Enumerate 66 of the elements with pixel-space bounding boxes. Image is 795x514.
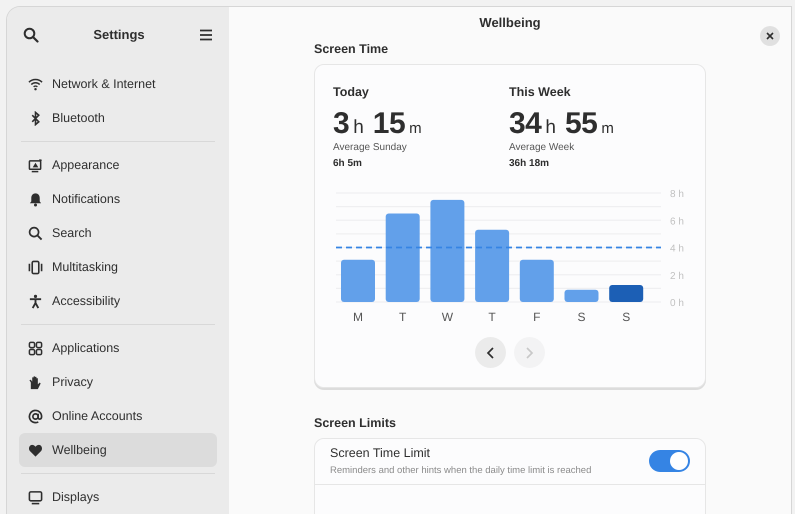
- row-title: Screen Time Limit: [330, 444, 432, 462]
- stat-value: 3: [333, 106, 350, 142]
- section-heading: Screen Limits: [314, 414, 397, 432]
- day-label: W: [442, 310, 454, 324]
- unit-label: h: [545, 116, 556, 140]
- axis-label: 4 h: [670, 244, 684, 255]
- day-label: M: [353, 310, 363, 324]
- display-icon: [28, 158, 43, 172]
- menu-icon[interactable]: [198, 29, 213, 41]
- page-title: Wellbeing: [479, 14, 541, 32]
- axis-label: 8 h: [670, 189, 684, 200]
- heart-icon: [28, 442, 43, 458]
- close-icon: [766, 32, 774, 40]
- bar: [341, 260, 375, 302]
- close-button[interactable]: [760, 26, 780, 46]
- toggle-switch[interactable]: [649, 450, 690, 472]
- bar: [520, 260, 554, 302]
- stat-value: 15: [372, 106, 406, 142]
- sidebar-item[interactable]: Displays: [19, 480, 217, 514]
- day-label: S: [622, 310, 630, 324]
- chevron-right-icon: [525, 346, 534, 359]
- sidebar-item[interactable]: Notifications: [19, 182, 217, 216]
- at-sign-icon: [28, 408, 43, 424]
- day-label: S: [578, 310, 586, 324]
- stat-label: This Week: [509, 84, 572, 100]
- average-label: Average Week: [509, 141, 576, 156]
- row-subtitle: Reminders and other hints when the daily time limit is reached: [330, 464, 592, 478]
- average-label: Average Sunday: [333, 141, 408, 156]
- chevron-left-icon: [486, 346, 495, 359]
- section-heading: Screen Time: [314, 40, 390, 58]
- average-value: 6h 5m: [333, 157, 363, 172]
- search-icon: [28, 226, 43, 240]
- phone-icon: [28, 260, 43, 274]
- sidebar-item[interactable]: Multitasking: [19, 250, 217, 284]
- grid-icon: [28, 340, 43, 356]
- person-icon: [28, 294, 43, 308]
- monitor-icon: [28, 490, 43, 504]
- bar: [564, 290, 598, 302]
- hand-icon: [28, 374, 43, 390]
- sidebar-item[interactable]: Accessibility: [19, 284, 217, 318]
- day-label: F: [533, 310, 540, 324]
- average-value: 36h 18m: [509, 157, 550, 172]
- day-label: T: [399, 310, 406, 324]
- axis-label: 2 h: [670, 271, 684, 282]
- search-icon[interactable]: [23, 27, 39, 43]
- sidebar-item[interactable]: Privacy: [19, 365, 217, 399]
- axis-label: 0 h: [670, 298, 684, 310]
- unit-label: m: [601, 119, 614, 140]
- sidebar-item[interactable]: Applications: [19, 331, 217, 365]
- sidebar-item[interactable]: Bluetooth: [19, 101, 217, 135]
- day-label: T: [488, 310, 496, 324]
- sidebar-item[interactable]: Network & Internet: [19, 67, 217, 101]
- wifi-icon: [28, 76, 43, 92]
- unit-label: m: [409, 119, 422, 140]
- stat-value: 34: [509, 106, 542, 142]
- unit-label: h: [353, 116, 364, 140]
- sidebar-item[interactable]: Search: [19, 216, 217, 250]
- sidebar-title: Settings: [93, 26, 145, 44]
- sidebar-item[interactable]: Appearance: [19, 148, 217, 182]
- sidebar-item[interactable]: Online Accounts: [19, 399, 217, 433]
- previous-button[interactable]: [475, 337, 506, 368]
- bar: [609, 285, 644, 302]
- stat-label: Today: [333, 84, 370, 101]
- bell-icon: [28, 192, 43, 206]
- sidebar-item[interactable]: Wellbeing: [19, 433, 217, 467]
- axis-label: 6 h: [670, 216, 684, 228]
